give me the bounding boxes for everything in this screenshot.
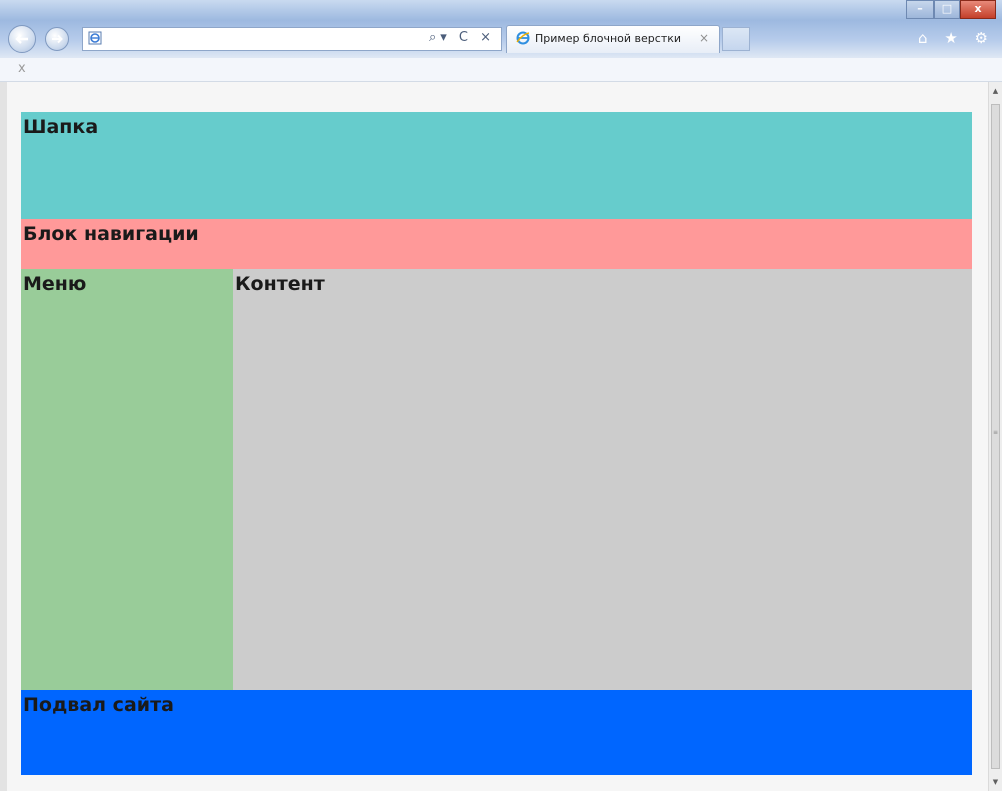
address-bar[interactable]: ⌕▾ C × [82,27,502,51]
page-icon [88,31,102,45]
scroll-up-icon[interactable]: ▲ [989,84,1002,98]
command-bar: x [0,58,1002,82]
close-icon: x [974,2,982,15]
site-header: Шапка [21,112,972,219]
tab-title: Пример блочной верстки [535,32,682,45]
forward-button[interactable] [45,27,69,51]
toolbar-icons[interactable]: ⌂ ★ ⚙ [918,29,994,47]
navigation-block: Блок навигации [21,219,972,269]
maximize-button[interactable]: □ [934,0,960,19]
new-tab-button[interactable] [722,27,750,51]
minimize-icon: – [917,2,923,15]
window-controls: – □ x [906,0,996,20]
close-window-button[interactable]: x [960,0,996,19]
tab-active[interactable]: Пример блочной верстки × [506,25,720,53]
back-button[interactable] [8,25,36,53]
tab-close-icon[interactable]: × [699,31,709,45]
scroll-thumb[interactable]: ≡ [991,104,1000,769]
browser-titlebar: ⌕▾ C × Пример блочной верстки × – □ x ⌂ … [0,0,1002,58]
address-tools[interactable]: ⌕▾ C × [429,30,495,45]
minimize-button[interactable]: – [906,0,934,19]
ie-icon [516,31,530,45]
maximize-icon: □ [941,2,953,15]
command-bar-close-icon[interactable]: x [18,61,26,76]
forward-arrow-icon [52,34,63,44]
scroll-down-icon[interactable]: ▼ [989,775,1002,789]
vertical-scrollbar[interactable]: ▲ ≡ ▼ [988,82,1002,791]
scroll-grip-icon: ≡ [993,429,999,436]
content-block: Контент [233,269,972,690]
menu-block: Меню [21,269,233,690]
site-footer: Подвал сайта [21,690,972,775]
back-arrow-icon [15,34,28,44]
